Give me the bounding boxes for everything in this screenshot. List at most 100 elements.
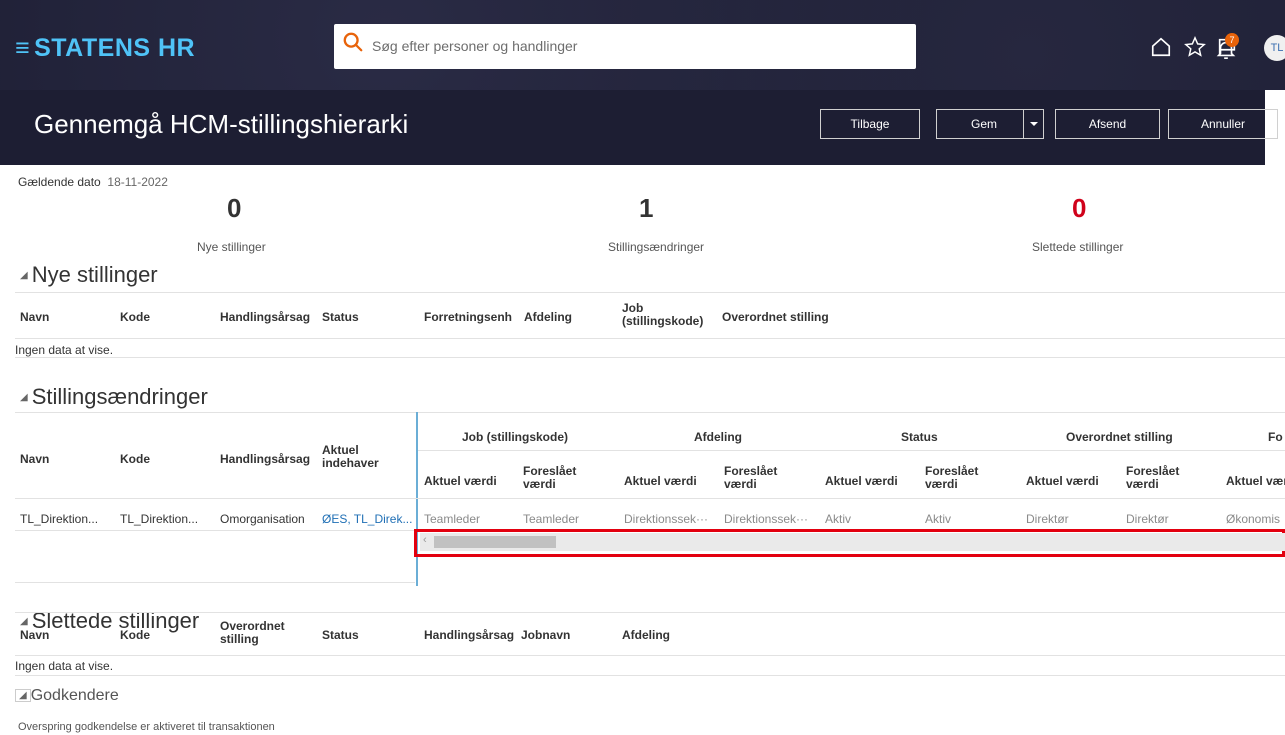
notification-count-badge: 7 — [1225, 33, 1239, 47]
changed-positions-count-label: Stillingsændringer — [608, 240, 705, 254]
column-header[interactable]: Navn — [20, 628, 49, 642]
new-positions-count-label: Nye stillinger — [197, 240, 266, 254]
column-group-header[interactable]: Overordnet stilling — [1066, 430, 1173, 444]
column-header[interactable]: Job (stillingskode) — [622, 302, 714, 328]
global-search — [334, 24, 916, 69]
column-header[interactable]: Handlingsårsag — [220, 452, 310, 466]
page-title: Gennemgå HCM-stillingshierarki — [34, 109, 409, 139]
divider — [418, 450, 1285, 451]
new-positions-section-header[interactable]: ◢ Nye stillinger — [20, 262, 158, 288]
column-header[interactable]: Kode — [120, 452, 150, 466]
column-group-header[interactable]: Job (stillingskode) — [462, 430, 568, 444]
column-group-header[interactable]: Status — [901, 430, 938, 444]
new-positions-title: Nye stillinger — [31, 262, 158, 287]
collapse-triangle-icon[interactable]: ◢ — [15, 689, 31, 702]
column-header[interactable]: Overordnet stilling — [722, 310, 829, 324]
column-header[interactable]: Afdeling — [524, 310, 572, 324]
current-holder-link[interactable]: ØES, TL_Direk... — [322, 512, 412, 526]
table-cell-status-proposed: Aktiv — [925, 512, 952, 526]
save-button[interactable]: Gem — [936, 109, 1044, 139]
effective-date: Gældende dato 18-11-2022 — [18, 175, 168, 189]
collapse-triangle-icon[interactable]: ◢ — [20, 392, 28, 403]
save-button-label: Gem — [971, 117, 998, 131]
column-header[interactable]: Forretningsenh — [424, 310, 520, 324]
effective-date-label: Gældende dato — [18, 175, 101, 189]
column-header[interactable]: Kode — [120, 628, 150, 642]
sub-column-header[interactable]: Foreslået værdi — [523, 465, 593, 491]
column-header[interactable]: Navn — [20, 452, 49, 466]
table-cell-name: TL_Direktion... — [20, 512, 99, 526]
column-header[interactable]: Aktuel indehaver — [322, 444, 402, 470]
sub-column-header[interactable]: Foreslået værdi — [724, 465, 794, 491]
search-input[interactable] — [372, 32, 892, 60]
column-header[interactable]: Handlingsårsag — [424, 628, 514, 642]
sub-column-header[interactable]: Aktuel værdi — [1026, 474, 1099, 488]
divider — [15, 338, 1285, 339]
table-cell-parent-proposed: Direktør — [1126, 512, 1169, 526]
save-menu-dropdown[interactable] — [1023, 110, 1043, 138]
divider — [15, 498, 1285, 499]
column-group-header[interactable]: Afdeling — [694, 430, 742, 444]
column-header[interactable]: Overordnet stilling — [220, 620, 310, 646]
changed-positions-count: 1 — [639, 193, 654, 223]
table-cell-dept-proposed: Direktionssek··· — [724, 512, 809, 526]
column-header[interactable]: Kode — [120, 310, 150, 324]
divider — [15, 612, 1285, 613]
table-cell-job-current: Teamleder — [424, 512, 481, 526]
horizontal-scrollbar[interactable]: ‹ — [420, 533, 1285, 551]
new-positions-count: 0 — [227, 193, 242, 223]
submit-button[interactable]: Afsend — [1055, 109, 1160, 139]
column-header[interactable]: Handlingsårsag — [220, 310, 310, 324]
divider — [15, 412, 1285, 413]
collapse-triangle-icon[interactable]: ◢ — [20, 270, 28, 281]
chevron-down-icon — [1030, 122, 1038, 126]
table-cell-dept-current: Direktionssek··· — [624, 512, 709, 526]
column-header[interactable]: Navn — [20, 310, 49, 324]
home-icon[interactable] — [1150, 36, 1172, 58]
divider — [15, 582, 415, 583]
deleted-positions-count-label: Slettede stillinger — [1032, 240, 1124, 254]
empty-table-message: Ingen data at vise. — [15, 659, 114, 673]
approvers-section-header[interactable]: ◢ Godkendere — [15, 687, 119, 705]
divider — [15, 292, 1285, 293]
column-header[interactable]: Status — [322, 628, 359, 642]
table-cell-status-current: Aktiv — [825, 512, 852, 526]
table-cell-next-current: Økonomis — [1226, 512, 1281, 526]
sub-column-header[interactable]: Foreslået værdi — [1126, 465, 1196, 491]
scrollbar-thumb[interactable] — [434, 536, 556, 548]
approvers-title: Godkendere — [30, 687, 119, 704]
divider — [15, 675, 1285, 676]
deleted-positions-count: 0 — [1072, 193, 1087, 223]
collapse-triangle-icon[interactable]: ◢ — [20, 616, 28, 627]
favorites-star-icon[interactable] — [1184, 36, 1206, 58]
divider — [15, 655, 1285, 656]
brand-name: STATENS HR — [34, 34, 196, 62]
sub-column-header[interactable]: Foreslået værdi — [925, 465, 995, 491]
column-group-header[interactable]: Fo — [1268, 430, 1283, 444]
position-changes-title: Stillingsændringer — [31, 384, 208, 409]
table-cell-parent-current: Direktør — [1026, 512, 1069, 526]
table-cell-code: TL_Direktion... — [120, 512, 199, 526]
sub-column-header[interactable]: Aktuel værdi — [624, 474, 697, 488]
cancel-button[interactable]: Annuller — [1168, 109, 1278, 139]
hamburger-menu-icon[interactable]: ≡ — [15, 34, 30, 62]
divider — [15, 357, 1285, 358]
column-header[interactable]: Status — [322, 310, 359, 324]
scroll-left-icon[interactable]: ‹ — [423, 534, 427, 546]
position-changes-section-header[interactable]: ◢ Stillingsændringer — [20, 384, 208, 410]
search-icon[interactable] — [342, 31, 364, 53]
table-cell-reason: Omorganisation — [220, 512, 305, 526]
sub-column-header[interactable]: Aktuel værdi — [825, 474, 898, 488]
column-header[interactable]: Afdeling — [622, 628, 670, 642]
table-cell-job-proposed: Teamleder — [523, 512, 580, 526]
back-button[interactable]: Tilbage — [820, 109, 920, 139]
frozen-column-divider — [416, 412, 418, 586]
effective-date-value: 18-11-2022 — [107, 175, 168, 189]
empty-table-message: Ingen data at vise. — [15, 343, 114, 357]
sub-column-header[interactable]: Aktuel værdi — [424, 474, 497, 488]
sub-column-header[interactable]: Aktuel værdi — [1226, 474, 1285, 488]
column-header[interactable]: Jobnavn — [521, 628, 570, 642]
user-avatar[interactable]: TL — [1264, 35, 1285, 61]
brand-logo[interactable]: ≡ STATENS HR — [15, 34, 195, 63]
approval-skip-note: Overspring godkendelse er aktiveret til … — [18, 721, 275, 733]
